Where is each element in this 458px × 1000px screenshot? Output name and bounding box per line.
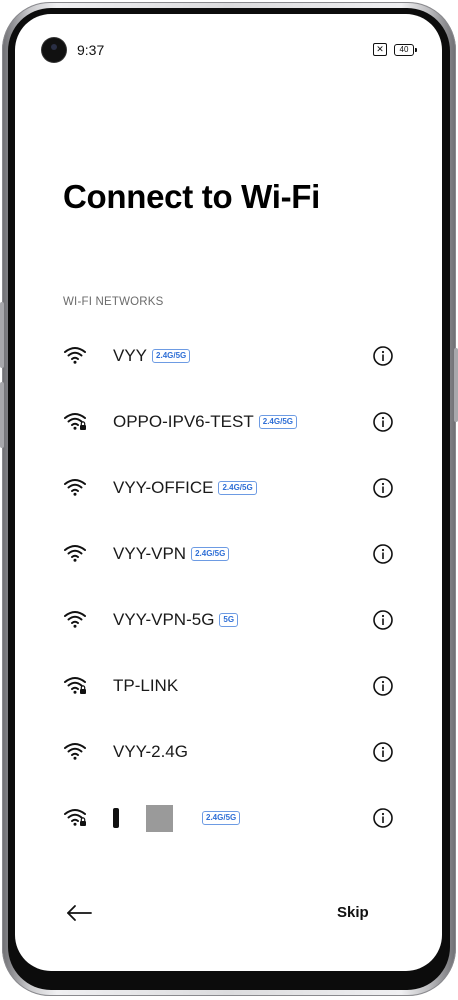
wifi-icon [64, 743, 86, 760]
network-name: VYY-VPN-5G [113, 610, 215, 629]
network-name: VYY-2.4G [113, 742, 188, 761]
status-time: 9:37 [77, 42, 105, 58]
network-row[interactable]: VYY-OFFICE 2.4G/5G [15, 455, 442, 521]
wifi-icon [64, 479, 86, 496]
info-icon[interactable] [372, 345, 394, 367]
band-badge: 2.4G/5G [152, 349, 191, 363]
page-title: Connect to Wi-Fi [63, 178, 321, 215]
network-row[interactable]: TP-LINK [15, 653, 442, 719]
network-name: TP-LINK [113, 676, 179, 695]
wifi-lock-icon [64, 413, 86, 430]
left-side-button-upper [0, 302, 4, 368]
wifi-icon [64, 347, 86, 364]
wifi-lock-icon [64, 809, 86, 826]
redacted-name-mark [113, 808, 119, 828]
network-row[interactable]: VYY-VPN 2.4G/5G [15, 521, 442, 587]
network-name: OPPO-IPV6-TEST [113, 412, 254, 431]
network-row[interactable]: VYY 2.4G/5G [15, 323, 442, 389]
screen: 9:37 ✕ 40 Connect to Wi-Fi WI-FI NETWORK… [15, 14, 442, 971]
no-sim-icon: ✕ [373, 43, 387, 56]
wifi-icon [64, 545, 86, 562]
wifi-lock-icon [64, 677, 86, 694]
network-name-group: TP-LINK [113, 653, 178, 719]
band-badge: 2.4G/5G [258, 415, 297, 429]
band-badge: 5G [219, 613, 239, 627]
network-name: VYY-OFFICE [113, 478, 214, 497]
network-name-group: 2.4G/5G [113, 785, 241, 851]
band-badge: 2.4G/5G [191, 547, 230, 561]
wifi-icon [64, 611, 86, 628]
network-name: VYY-VPN [113, 544, 187, 563]
network-row[interactable]: OPPO-IPV6-TEST 2.4G/5G [15, 389, 442, 455]
info-icon[interactable] [372, 609, 394, 631]
network-name-group: VYY 2.4G/5G [113, 323, 191, 389]
info-icon[interactable] [372, 477, 394, 499]
info-icon[interactable] [372, 543, 394, 565]
network-row[interactable]: VYY-2.4G [15, 719, 442, 785]
network-name: VYY [113, 346, 148, 365]
right-side-button [454, 348, 458, 422]
network-name-group: OPPO-IPV6-TEST 2.4G/5G [113, 389, 297, 455]
network-name-group: VYY-VPN-5G 5G [113, 587, 239, 653]
info-icon[interactable] [372, 411, 394, 433]
status-icons: ✕ 40 [373, 43, 417, 56]
network-row[interactable]: 2.4G/5G [15, 785, 442, 851]
skip-button[interactable]: Skip [337, 904, 369, 921]
network-name-group: VYY-VPN 2.4G/5G [113, 521, 230, 587]
band-badge: 2.4G/5G [218, 481, 257, 495]
info-icon[interactable] [372, 675, 394, 697]
section-label: WI-FI NETWORKS [63, 296, 164, 308]
info-icon[interactable] [372, 741, 394, 763]
left-side-button-lower [0, 382, 4, 448]
redacted-name-block [146, 804, 173, 832]
front-camera [42, 38, 66, 62]
info-icon[interactable] [372, 807, 394, 829]
battery-icon: 40 [394, 43, 417, 56]
network-name-group: VYY-OFFICE 2.4G/5G [113, 455, 257, 521]
arrow-left-icon[interactable] [65, 902, 93, 924]
band-badge: 2.4G/5G [202, 811, 241, 825]
network-list: VYY 2.4G/5G OPPO-IPV6-TEST 2.4G/5G VYY-O… [15, 323, 442, 851]
network-name-group: VYY-2.4G [113, 719, 188, 785]
network-row[interactable]: VYY-VPN-5G 5G [15, 587, 442, 653]
